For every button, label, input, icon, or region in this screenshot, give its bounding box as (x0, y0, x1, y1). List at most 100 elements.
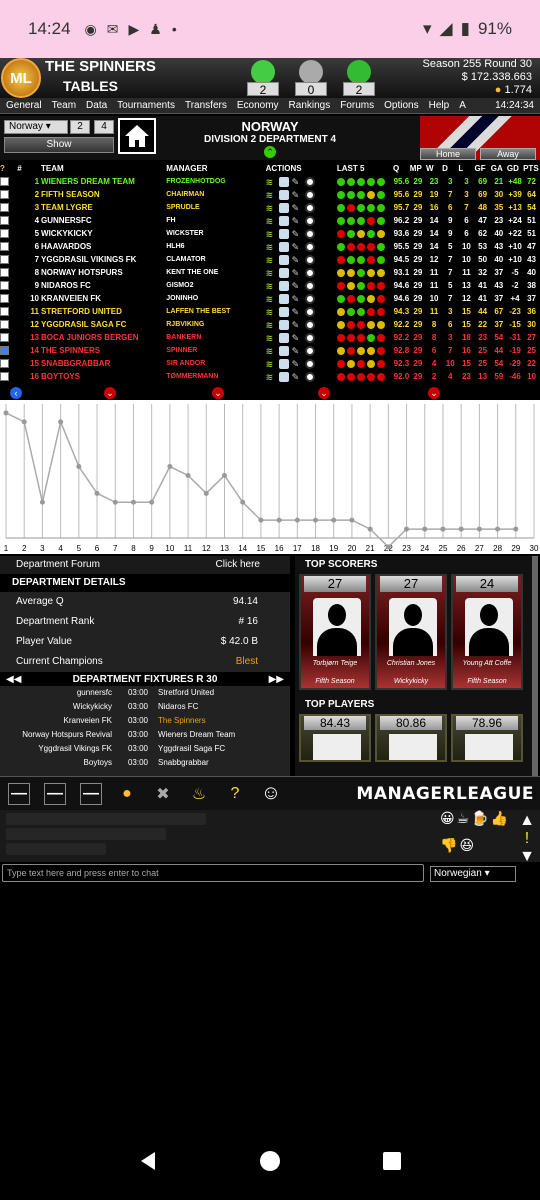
row-team[interactable]: GUNNERSFC (41, 214, 166, 227)
message-icon[interactable] (278, 371, 289, 382)
chat-input[interactable]: Type text here and press enter to chat (2, 864, 424, 882)
row-checkbox[interactable] (0, 216, 9, 226)
row-manager[interactable]: FH (166, 214, 265, 227)
laugh-emoji-icon[interactable]: 😆 (459, 837, 474, 862)
header-gf[interactable]: GF (475, 162, 491, 175)
division-number[interactable]: 2 (70, 120, 90, 134)
row-manager[interactable]: CHAIRMAN (166, 188, 265, 201)
table-row[interactable]: 8 NORWAY HOTSPURS KENT THE ONE ≋ ✎ 93.1 … (0, 266, 540, 279)
lightbulb-icon[interactable]: ♨ (188, 783, 210, 805)
row-manager[interactable]: WICKSTER (166, 227, 265, 240)
header-mp[interactable]: MP (410, 162, 426, 175)
collapse-up-icon[interactable]: ⌃ (264, 146, 276, 158)
minimize-button[interactable]: — (44, 782, 66, 805)
message-icon[interactable] (278, 176, 289, 187)
menu-options[interactable]: Options (384, 100, 418, 111)
football-icon[interactable] (304, 202, 315, 213)
expand-icon[interactable]: ⌄ (212, 387, 224, 399)
row-manager[interactable]: LAFFEN THE BEST (166, 305, 265, 318)
pen-icon[interactable]: ✎ (292, 359, 302, 369)
menu-a[interactable]: A (459, 100, 466, 111)
message-icon[interactable] (278, 241, 289, 252)
country-select[interactable]: Norway ▾ (4, 120, 68, 134)
row-manager[interactable]: SPRUDLE (166, 201, 265, 214)
rss-icon[interactable]: ≋ (266, 268, 276, 278)
pen-icon[interactable]: ✎ (292, 333, 302, 343)
manager-league-logo[interactable]: ML (1, 58, 41, 98)
row-checkbox[interactable] (0, 294, 9, 304)
header-team[interactable]: TEAM (41, 162, 166, 175)
message-icon[interactable] (278, 306, 289, 317)
header-w[interactable]: W (426, 162, 442, 175)
header-pts[interactable]: PTS (523, 162, 540, 175)
pen-icon[interactable]: ✎ (292, 294, 302, 304)
minimize-button[interactable]: — (8, 782, 30, 805)
menu-rankings[interactable]: Rankings (289, 100, 331, 111)
pen-icon[interactable]: ✎ (292, 216, 302, 226)
expand-icon[interactable]: ⌄ (104, 387, 116, 399)
top-player-card[interactable]: 80.86 (375, 714, 447, 762)
rss-icon[interactable]: ≋ (266, 203, 276, 213)
expand-icon[interactable]: ⌄ (318, 387, 330, 399)
row-manager[interactable]: SPINNER (166, 344, 265, 357)
football-icon[interactable] (304, 345, 315, 356)
row-manager[interactable]: TØMMERMANN (166, 370, 265, 383)
fixture-row[interactable]: Norway Hotspurs Revival 03:00 Wieners Dr… (0, 728, 290, 742)
message-icon[interactable] (278, 293, 289, 304)
row-manager[interactable]: KENT THE ONE (166, 266, 265, 279)
message-icon[interactable] (278, 345, 289, 356)
football-icon[interactable] (304, 306, 315, 317)
pen-icon[interactable]: ✎ (292, 190, 302, 200)
row-team[interactable]: YGGDRASIL SAGA FC (41, 318, 166, 331)
pen-icon[interactable]: ✎ (292, 372, 302, 382)
row-checkbox[interactable] (0, 203, 9, 213)
row-manager[interactable]: CLAMATOR (166, 253, 265, 266)
pen-icon[interactable]: ✎ (292, 307, 302, 317)
rss-icon[interactable]: ≋ (266, 359, 276, 369)
menu-data[interactable]: Data (86, 100, 107, 111)
table-row[interactable]: 3 TEAM LYGRE SPRUDLE ≋ ✎ 95.7 29 16 6 7 … (0, 201, 540, 214)
row-manager[interactable]: RJBVIKING (166, 318, 265, 331)
football-icon[interactable] (304, 332, 315, 343)
row-manager[interactable]: FROZENHOTDOG (166, 175, 265, 188)
football-icon[interactable] (304, 176, 315, 187)
rss-icon[interactable]: ≋ (266, 190, 276, 200)
next-round-icon[interactable]: ▶▶ (269, 674, 284, 685)
row-checkbox[interactable] (0, 372, 9, 382)
language-select[interactable]: Norwegian ▾ (430, 866, 516, 882)
row-team[interactable]: BOCA JUNIORS BERGEN (41, 331, 166, 344)
row-team[interactable]: SNABBGRABBAR (41, 357, 166, 370)
row-team[interactable]: WIENERS DREAM TEAM (41, 175, 166, 188)
table-row[interactable]: 11 STRETFORD UNITED LAFFEN THE BEST ≋ ✎ … (0, 305, 540, 318)
row-checkbox[interactable] (0, 242, 9, 252)
table-row[interactable]: 7 YGGDRASIL VIKINGS FK CLAMATOR ≋ ✎ 94.5… (0, 253, 540, 266)
row-team[interactable]: BOYTOYS (41, 370, 166, 383)
header-l[interactable]: L (458, 162, 474, 175)
thumbs-up-icon[interactable]: 👍 (491, 810, 508, 835)
row-checkbox[interactable] (0, 346, 9, 356)
football-icon[interactable] (304, 215, 315, 226)
team-name[interactable]: THE SPINNERS (45, 58, 241, 76)
row-manager[interactable]: SIR ANDOR (166, 357, 265, 370)
message-icon[interactable] (278, 332, 289, 343)
football-icon[interactable] (304, 280, 315, 291)
table-row[interactable]: 1 WIENERS DREAM TEAM FROZENHOTDOG ≋ ✎ 95… (0, 175, 540, 188)
rss-icon[interactable]: ≋ (266, 320, 276, 330)
row-team[interactable]: KRANVEIEN FK (41, 292, 166, 305)
message-icon[interactable] (278, 319, 289, 330)
fixture-row[interactable]: Wickykicky 03:00 Nidaros FC (0, 700, 290, 714)
row-team[interactable]: STRETFORD UNITED (41, 305, 166, 318)
prev-round-icon[interactable]: ◀◀ (6, 674, 21, 685)
fixture-row[interactable]: Boytoys 03:00 Snabbgrabbar (0, 756, 290, 770)
rss-icon[interactable]: ≋ (266, 281, 276, 291)
row-team[interactable]: HAAVARDOS (41, 240, 166, 253)
header-q[interactable]: Q (393, 162, 410, 175)
help-icon[interactable]: ? (0, 162, 17, 175)
panel-scrollbar[interactable] (532, 556, 538, 776)
football-icon[interactable] (304, 228, 315, 239)
minimize-button[interactable]: — (80, 782, 102, 805)
fixture-row[interactable]: Kranveien FK 03:00 The Spinners (0, 714, 290, 728)
table-row[interactable]: 16 BOYTOYS TØMMERMANN ≋ ✎ 92.0 29 2 4 23… (0, 370, 540, 383)
row-manager[interactable]: BANKERN (166, 331, 265, 344)
fixture-row[interactable]: gunnersfc 03:00 Stretford United (0, 686, 290, 700)
